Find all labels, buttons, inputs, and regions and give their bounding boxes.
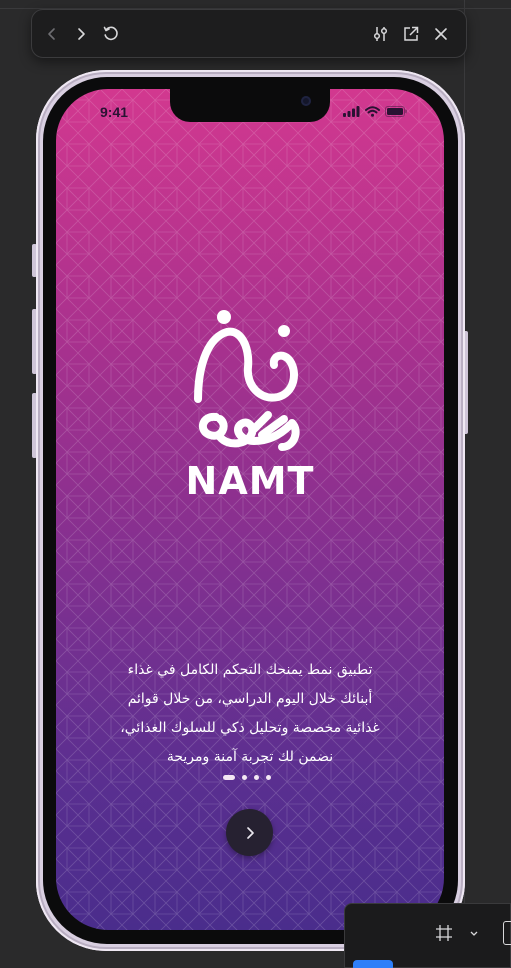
frame-tool-icon[interactable]: [435, 924, 453, 942]
chevron-down-icon[interactable]: [469, 929, 479, 939]
battery-icon: [385, 106, 407, 117]
back-button[interactable]: [41, 23, 63, 45]
splash-description: تطبيق نمط يمنحك التحكم الكامل في غذاء أب…: [96, 656, 404, 772]
description-line: غذائية مخصصة وتحليل ذكي للسلوك الغذائي،: [120, 720, 380, 736]
sliders-icon: [373, 27, 388, 41]
host-active-indicator: [353, 960, 393, 968]
brand-name: NAMT: [185, 459, 315, 503]
reload-button[interactable]: [100, 23, 122, 45]
front-camera: [301, 96, 311, 106]
app-screen: 9:41 NAMT تطبيق نمط يمنحك التحكم الكامل …: [56, 89, 444, 930]
pagination-dot[interactable]: [254, 775, 259, 780]
device-icon[interactable]: [503, 921, 511, 945]
chevron-right-icon: [78, 28, 85, 40]
pagination-indicator: [223, 775, 271, 780]
status-time: 9:41: [100, 104, 129, 120]
description-line: تطبيق نمط يمنحك التحكم الكامل في غذاء: [127, 662, 373, 678]
forward-button[interactable]: [70, 23, 92, 45]
chevron-right-icon: [246, 826, 254, 839]
pagination-dot-active[interactable]: [223, 775, 235, 780]
geometric-pattern: [56, 89, 444, 930]
reload-icon: [103, 26, 118, 41]
settings-button[interactable]: [370, 23, 392, 45]
next-button[interactable]: [226, 809, 273, 856]
status-icons: [343, 106, 407, 117]
description-line: أبنائك خلال اليوم الدراسي، من خلال قوائم: [127, 691, 373, 707]
close-icon: [435, 28, 447, 40]
close-button[interactable]: [430, 23, 452, 45]
open-external-button[interactable]: [400, 23, 422, 45]
open-external-icon: [404, 26, 419, 41]
cellular-signal-icon: [343, 106, 360, 117]
pagination-dot[interactable]: [242, 775, 247, 780]
wifi-icon: [365, 106, 380, 117]
chevron-left-icon: [48, 28, 55, 40]
preview-toolbar: [31, 9, 467, 58]
description-line: نضمن لك تجربة آمنة ومريحة: [166, 749, 334, 765]
host-bottom-panel: [344, 903, 511, 968]
phone-notch: [170, 89, 330, 122]
pagination-dot[interactable]: [266, 775, 271, 780]
